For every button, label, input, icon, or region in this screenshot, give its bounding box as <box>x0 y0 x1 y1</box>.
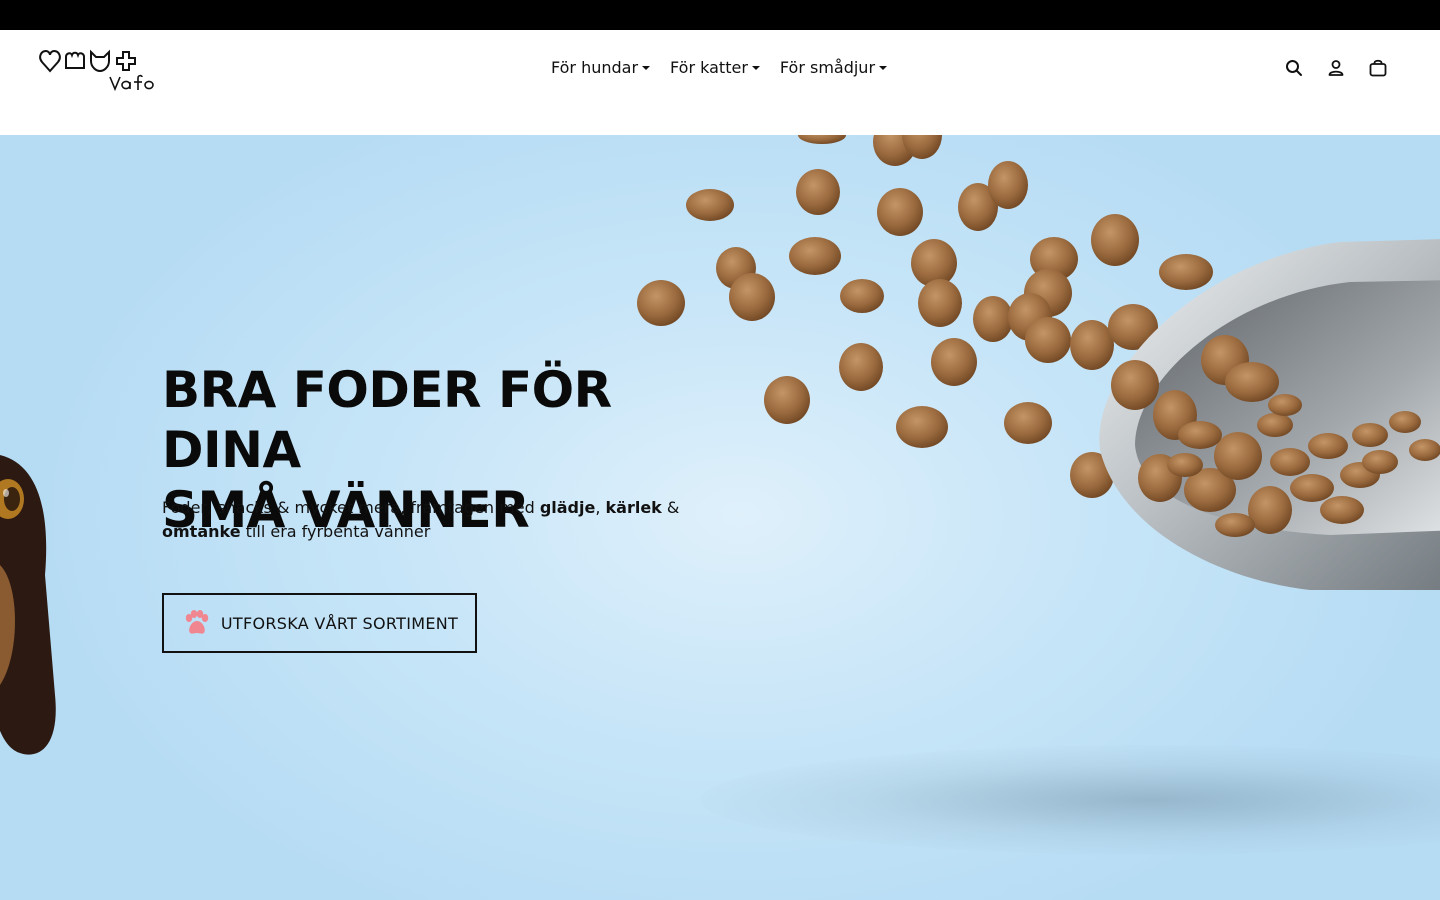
caret-down-icon <box>642 66 651 70</box>
nav-item-for-katter[interactable]: För katter <box>670 56 760 78</box>
nav-item-label: För hundar <box>551 57 639 77</box>
nav-item-for-hundar[interactable]: För hundar <box>551 56 651 78</box>
hero-text-separator: , <box>595 498 606 517</box>
hero-highlight-gladje: glädje <box>539 498 596 517</box>
food-bowl-image <box>1080 230 1440 600</box>
search-icon <box>1286 60 1302 76</box>
hero-text-part: Foder, snacks & mycket mera, framtagen m… <box>162 498 540 517</box>
explore-assortment-button[interactable]: UTFORSKA VÅRT SORTIMENT <box>162 593 477 653</box>
bowl-shadow <box>700 745 1440 855</box>
site-header: För hundar För katter För smådjur <box>0 30 1440 135</box>
nav-item-label: För smådjur <box>779 57 876 77</box>
nav-item-label: För katter <box>670 57 748 77</box>
nav-item-for-smadjur[interactable]: För smådjur <box>779 56 888 78</box>
caret-down-icon <box>751 66 760 70</box>
cart-button[interactable] <box>1368 58 1388 78</box>
header-actions <box>1284 58 1388 78</box>
hero-highlight-omtanke: omtanke <box>162 522 241 541</box>
caret-down-icon <box>879 66 888 70</box>
hero-banner: BRA FODER FÖR DINA SMÅ VÄNNER Foder, sna… <box>0 135 1440 900</box>
bag-icon <box>1369 59 1387 77</box>
hero-title-line: BRA FODER FÖR DINA <box>162 361 612 479</box>
hero-text-part: till era fyrbenta vänner <box>240 522 431 541</box>
account-icon <box>1328 60 1344 76</box>
search-button[interactable] <box>1284 58 1304 78</box>
main-navigation: För hundar För katter För smådjur <box>551 56 888 78</box>
account-button[interactable] <box>1326 58 1346 78</box>
hero-highlight-karlek: kärlek <box>605 498 662 517</box>
announcement-bar <box>0 0 1440 30</box>
logo[interactable] <box>38 44 163 92</box>
explore-assortment-label: UTFORSKA VÅRT SORTIMENT <box>220 613 459 633</box>
hero-text-separator: & <box>661 498 680 517</box>
paw-icon <box>181 608 211 638</box>
hero-description: Foder, snacks & mycket mera, framtagen m… <box>162 496 702 544</box>
vafo-logo-icon <box>39 49 154 92</box>
dog-image <box>0 455 80 765</box>
